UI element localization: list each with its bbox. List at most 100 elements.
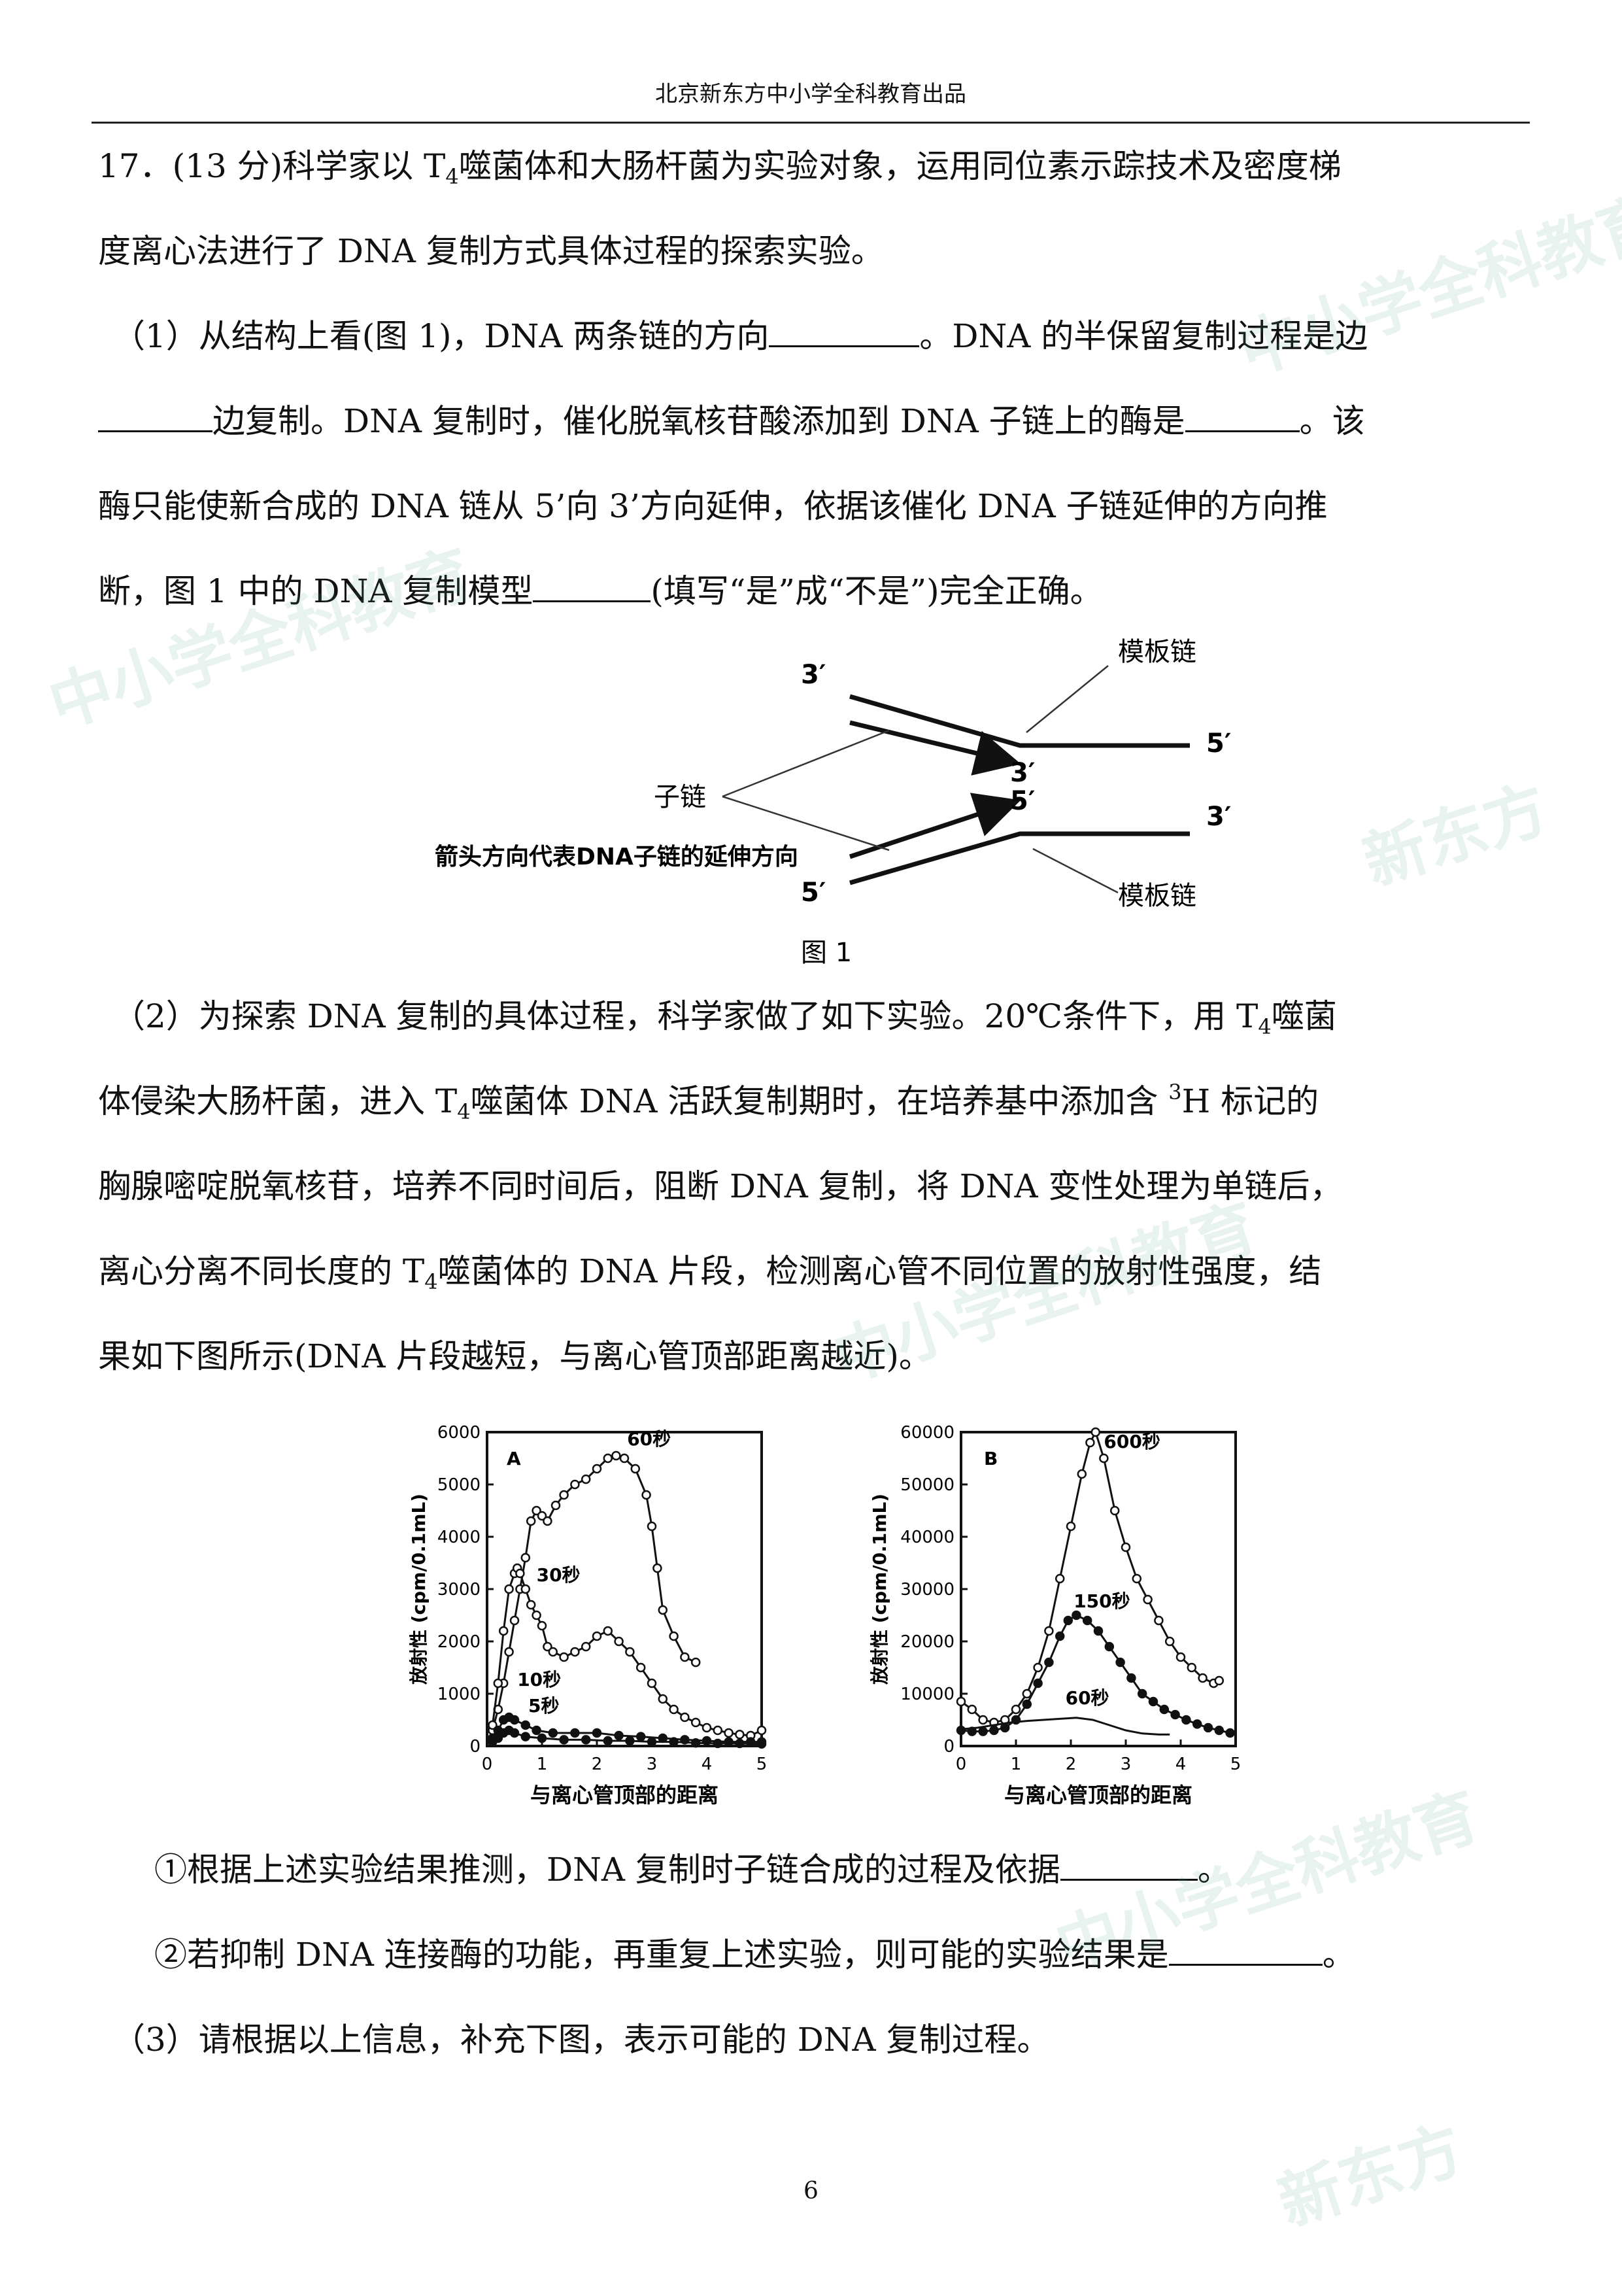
chart-a-data-point	[680, 1712, 690, 1722]
chart-a-data-point	[559, 1652, 569, 1662]
chart-a-data-point	[614, 1636, 624, 1647]
chart-a-x-tick-label: 2	[592, 1755, 603, 1774]
chart-a-x-tick-label: 1	[537, 1755, 548, 1774]
chart-a-data-point	[713, 1725, 723, 1736]
chart-b-data-point	[1137, 1688, 1147, 1699]
chart-b-x-tick-label: 2	[1066, 1755, 1077, 1774]
chart-b-y-tick-label: 10000	[900, 1685, 955, 1704]
daughter-strand-label: 子链	[654, 782, 706, 812]
chart-a-data-point	[581, 1474, 591, 1484]
chart-b-data-point	[956, 1696, 966, 1707]
label-right-bottom-3prime: 3′	[1206, 802, 1231, 832]
header-title: 北京新东方中小学全科教育出品	[655, 81, 966, 107]
figure-1-caption: 图 1	[801, 938, 852, 968]
chart-b-y-tick-label: 60000	[900, 1423, 955, 1443]
part1-line2: 边复制。DNA 复制时，催化脱氧核苷酸添加到 DNA 子链上的酶是 。该	[98, 400, 1365, 442]
chart-a-data-point	[548, 1647, 558, 1657]
chart-b-data-point	[1175, 1652, 1186, 1662]
answer-blank-6[interactable]	[1168, 1934, 1323, 1966]
label-bottom-left-5prime: 5′	[801, 878, 826, 908]
chart-a-data-point	[713, 1738, 723, 1749]
chart-a-y-tick-label: 6000	[437, 1423, 481, 1443]
chart-a-data-point	[658, 1694, 668, 1704]
label-right-top-5prime: 5′	[1206, 728, 1231, 759]
chart-b-data-point	[1148, 1696, 1158, 1707]
chart-a-data-point	[592, 1728, 602, 1738]
chart-a-data-point	[581, 1735, 591, 1745]
part1-line1: （1）从结构上看(图 1)，DNA 两条链的方向 。DNA 的半保留复制过程是边	[112, 315, 1368, 357]
chart-a-data-point	[592, 1631, 602, 1641]
chart-b-data-point	[1044, 1657, 1054, 1668]
chart-a-data-point	[625, 1647, 635, 1657]
chart-a-data-point	[735, 1738, 745, 1749]
chart-a-data-point	[724, 1728, 734, 1738]
chart-b-data-point	[1143, 1594, 1153, 1605]
chart-b-data-point	[1055, 1631, 1065, 1641]
chart-a-data-point	[756, 1725, 767, 1736]
answer-blank-3[interactable]	[1185, 400, 1300, 432]
chart-a-data-point	[543, 1516, 552, 1526]
chart-a-series-label: 60秒	[627, 1428, 671, 1450]
chart-b-x-tick-label: 4	[1175, 1755, 1187, 1774]
chart-b-data-point	[1115, 1657, 1125, 1668]
figure-2-charts: 0 1000 2000 3000 4000 5000 6000 0 1 2 3 4 5 与离心管顶部的距离…	[392, 1406, 1321, 1825]
page-header: 北京新东方中小学全科教育出品	[92, 77, 1530, 124]
part2-line1: （2）为探索 DNA 复制的具体过程，科学家做了如下实验。20℃条件下，用 T4…	[112, 997, 1337, 1039]
question-title-line1: 17．(13 分)科学家以 T4噬菌体和大肠杆菌为实验对象，运用同位素示踪技术及…	[98, 147, 1342, 189]
chart-a-y-tick-label: 0	[469, 1737, 481, 1756]
chart-a-y-tick-label: 1000	[437, 1685, 481, 1704]
answer-blank-1[interactable]	[769, 315, 920, 347]
chart-a-data-point	[559, 1490, 569, 1500]
chart-b-data-point	[1022, 1699, 1032, 1709]
chart-b-data-point	[1077, 1469, 1087, 1479]
part2-line2: 体侵染大肠杆菌，进入 T4噬菌体 DNA 活跃复制期时，在培养基中添加含 3H …	[98, 1080, 1319, 1124]
chart-a-x-tick-label: 4	[701, 1755, 713, 1774]
page-number: 6	[803, 2178, 819, 2204]
answer-blank-2[interactable]	[98, 400, 212, 432]
chart-a-data-point	[735, 1730, 745, 1739]
chart-b-data-point	[978, 1726, 988, 1736]
template-strand-label-bottom: 模板链	[1118, 881, 1196, 911]
chart-a-data-point	[701, 1722, 712, 1733]
chart-a-data-point	[630, 1464, 641, 1474]
chart-b-series-label: 600秒	[1104, 1431, 1160, 1452]
label-inner-bottom-5prime: 5′	[1010, 786, 1035, 816]
chart-a-data-point	[647, 1678, 657, 1688]
chart-b-data-point	[1214, 1725, 1225, 1736]
chart-b-panel-label: B	[984, 1448, 998, 1469]
chart-b-data-point	[1072, 1610, 1081, 1620]
chart-a-data-point	[570, 1647, 580, 1657]
chart-b-data-point	[1085, 1437, 1095, 1448]
chart-b-y-tick-label: 30000	[900, 1580, 955, 1600]
chart-b-data-point	[1225, 1728, 1235, 1738]
chart-a-data-point	[614, 1730, 624, 1741]
chart-b-data-point	[1011, 1704, 1021, 1715]
chart-b-data-point	[989, 1725, 999, 1736]
chart-a-data-point	[537, 1733, 547, 1743]
chart-b-data-point	[1203, 1722, 1213, 1733]
chart-a-data-point	[493, 1678, 503, 1688]
answer-blank-4[interactable]	[533, 570, 651, 602]
subquestion-2: ②若抑制 DNA 连接酶的功能，再重复上述实验，则可能的实验结果是。	[154, 1934, 1355, 1976]
answer-blank-5[interactable]	[1060, 1849, 1198, 1881]
chart-b-data-point	[1109, 1505, 1120, 1516]
chart-b-data-point	[1000, 1722, 1010, 1733]
chart-a-data-point	[611, 1450, 621, 1461]
chart-b-data-point	[1104, 1641, 1115, 1652]
chart-a-data-point	[756, 1739, 767, 1749]
chart-a-data-point	[724, 1737, 734, 1747]
chart-a-data-point	[647, 1737, 657, 1747]
chart-a-data-point	[537, 1620, 547, 1631]
chart-b-data-point	[1164, 1636, 1175, 1647]
chart-b-data-point	[1099, 1453, 1109, 1464]
chart-a-x-tick-label: 3	[647, 1755, 658, 1774]
watermark: 新东方	[1270, 2112, 1472, 2240]
chart-a-data-point	[504, 1584, 514, 1594]
chart-b-series-label: 150秒	[1073, 1590, 1130, 1612]
chart-a-y-tick-label: 3000	[437, 1580, 481, 1600]
chart-b-data-point	[1121, 1542, 1131, 1552]
part1-line3: 酶只能使新合成的 DNA 链从 5’向 3’方向延伸，依据该催化 DNA 子链延…	[98, 487, 1328, 525]
chart-b-data-point	[1055, 1573, 1065, 1584]
chart-a-data-point	[603, 1626, 613, 1636]
chart-a-data-point	[669, 1631, 679, 1641]
